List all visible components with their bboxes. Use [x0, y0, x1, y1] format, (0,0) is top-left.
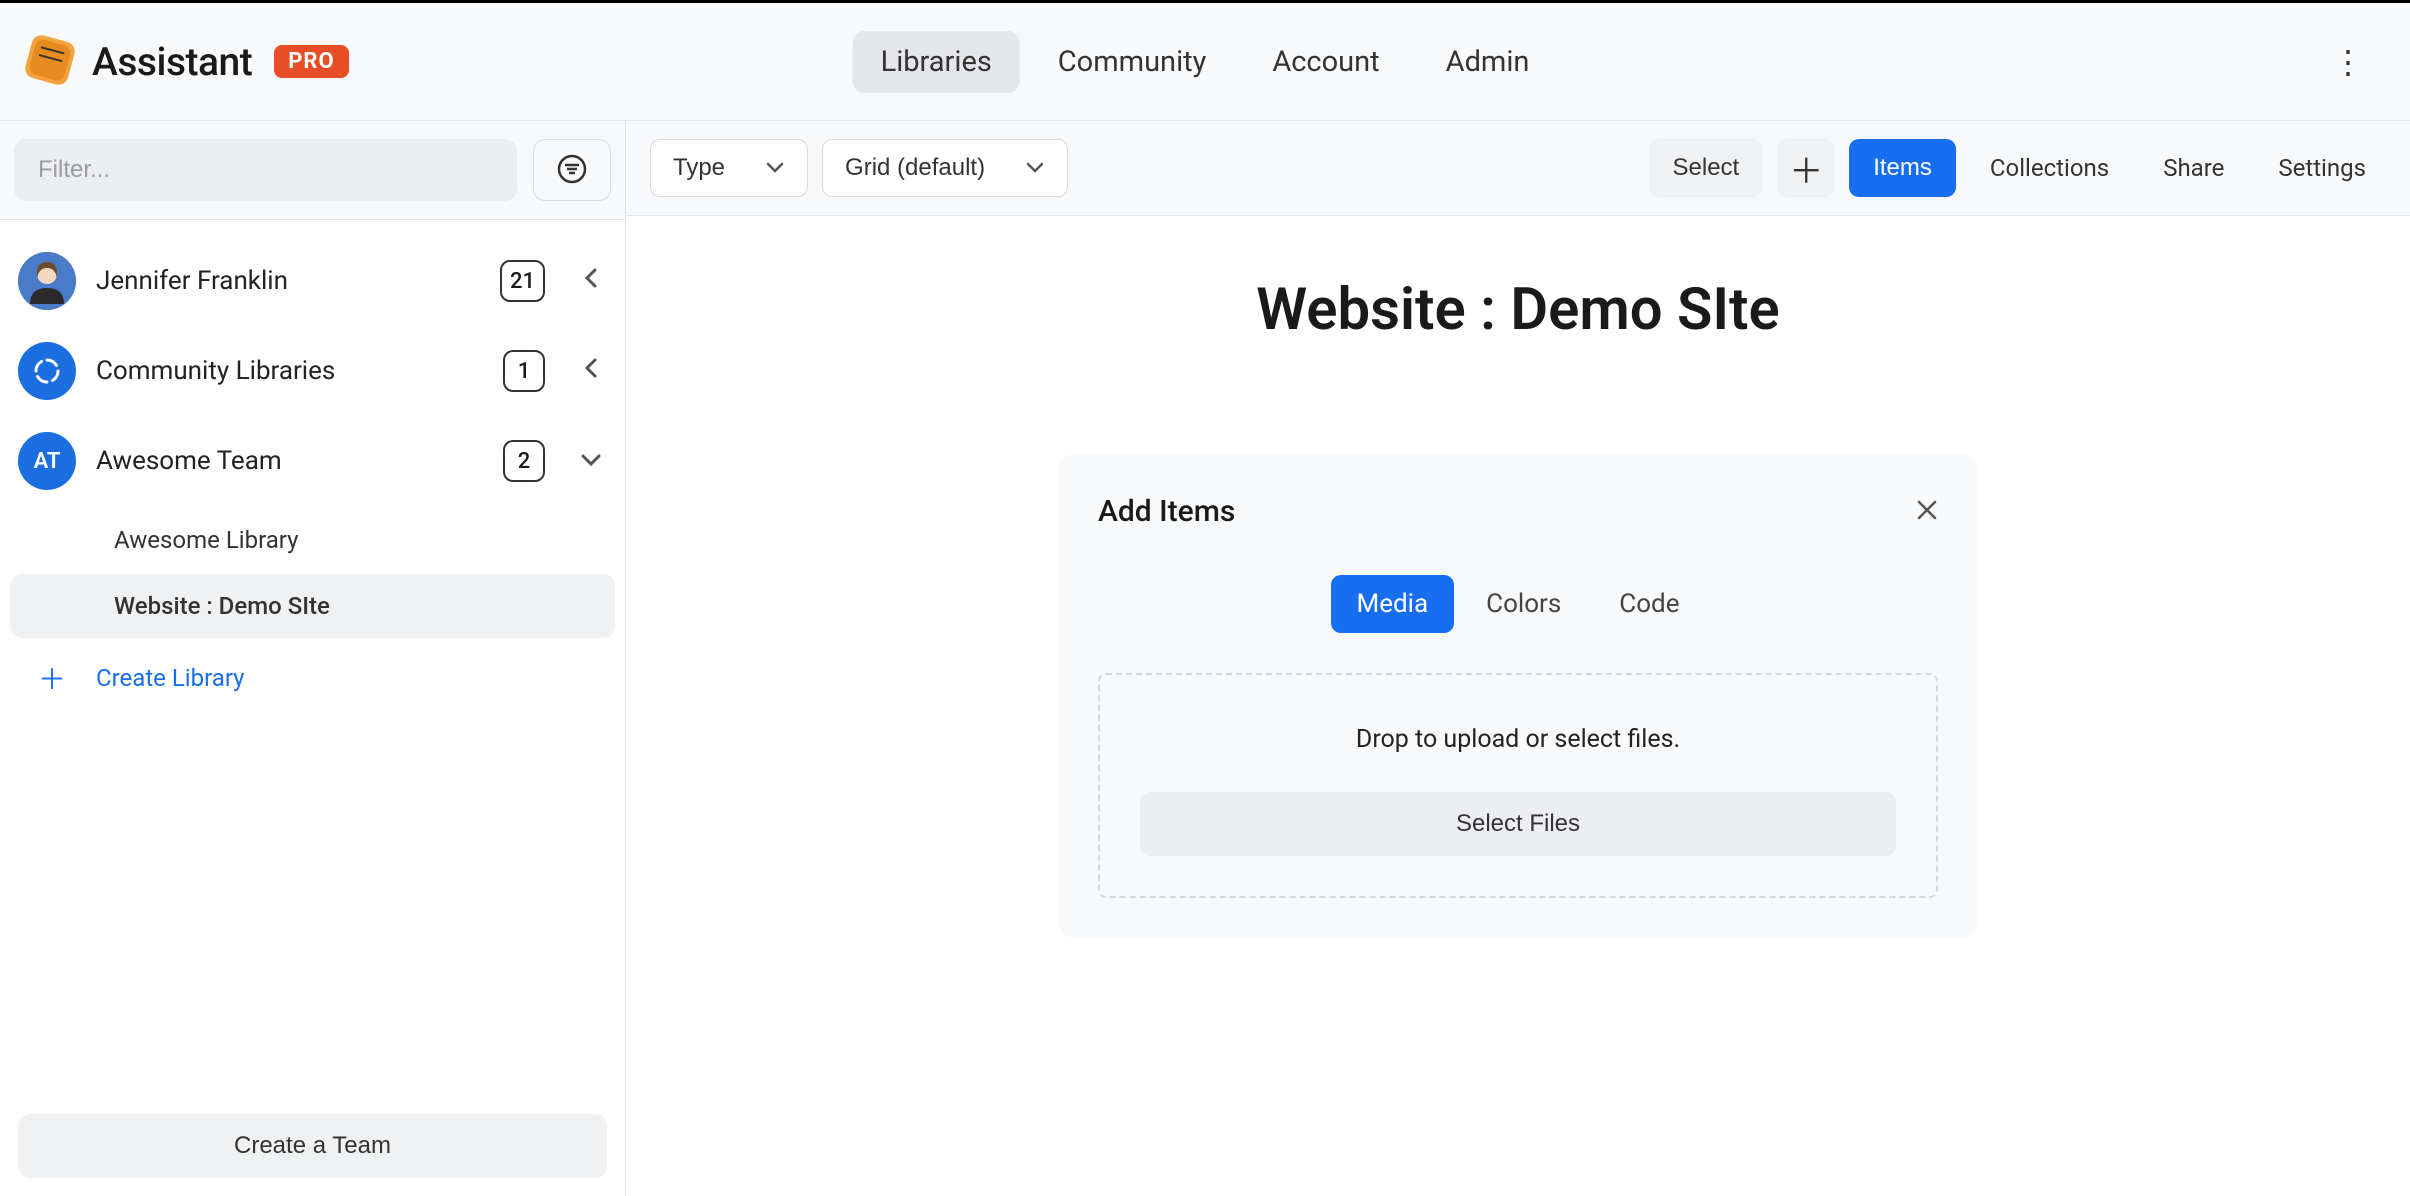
header-actions: ⋮ [2332, 43, 2394, 81]
page-title: Website : Demo SIte [1256, 276, 1779, 344]
more-vertical-icon[interactable]: ⋮ [2332, 43, 2364, 81]
sidebar-group-label: Awesome Team [96, 446, 483, 476]
app-header: Assistant PRO Libraries Community Accoun… [0, 3, 2410, 121]
team-avatar-icon: AT [18, 432, 76, 490]
create-library-link[interactable]: ＋ Create Library [0, 640, 625, 716]
add-card-title: Add Items [1098, 494, 1235, 529]
select-files-button[interactable]: Select Files [1140, 792, 1896, 856]
collections-link[interactable]: Collections [1970, 154, 2129, 182]
sidebar-group-team[interactable]: AT Awesome Team 2 [0, 416, 625, 506]
sidebar-group-count: 21 [500, 260, 545, 302]
sidebar-list: Jennifer Franklin 21 Community Libraries… [0, 220, 625, 1096]
content-area: Website : Demo SIte Add Items Media Colo… [626, 216, 2410, 1196]
sidebar-group-count: 1 [503, 350, 545, 392]
view-label: Grid (default) [845, 154, 985, 182]
add-card-header: Add Items [1098, 494, 1938, 529]
nav-account[interactable]: Account [1244, 31, 1407, 93]
nav-admin[interactable]: Admin [1418, 31, 1558, 93]
chevron-left-icon [575, 266, 607, 296]
sidebar-group-label: Community Libraries [96, 356, 483, 386]
main-nav: Libraries Community Account Admin [853, 31, 1558, 93]
logo-area: Assistant PRO [10, 30, 349, 94]
settings-link[interactable]: Settings [2258, 154, 2386, 182]
chevron-down-icon [1025, 154, 1045, 182]
sidebar-group-label: Jennifer Franklin [96, 266, 480, 296]
tab-code[interactable]: Code [1593, 575, 1705, 633]
pro-badge: PRO [274, 45, 348, 78]
plus-icon: ＋ [1789, 144, 1823, 193]
sidebar-group-count: 2 [503, 440, 545, 482]
brand-name: Assistant [92, 39, 252, 85]
tab-colors[interactable]: Colors [1460, 575, 1587, 633]
sidebar: Jennifer Franklin 21 Community Libraries… [0, 121, 626, 1196]
sidebar-library-item[interactable]: Awesome Library [10, 508, 615, 572]
share-link[interactable]: Share [2143, 154, 2244, 182]
tab-media[interactable]: Media [1331, 575, 1455, 633]
filter-input[interactable] [14, 139, 517, 201]
filter-lines-icon [557, 154, 587, 187]
app-logo-icon [20, 30, 80, 94]
sidebar-toolbar [0, 121, 625, 220]
close-icon[interactable] [1916, 495, 1938, 528]
nav-community[interactable]: Community [1030, 31, 1235, 93]
avatar-user-icon [18, 252, 76, 310]
main-toolbar: Type Grid (default) Select ＋ Items Colle… [626, 121, 2410, 216]
create-team-button[interactable]: Create a Team [18, 1114, 607, 1178]
chevron-down-icon [765, 154, 785, 182]
dropzone-text: Drop to upload or select files. [1140, 725, 1896, 754]
add-items-card: Add Items Media Colors Code Drop to uplo… [1058, 454, 1978, 938]
sidebar-group-user[interactable]: Jennifer Franklin 21 [0, 236, 625, 326]
type-dropdown[interactable]: Type [650, 139, 808, 197]
sidebar-library-item-active[interactable]: Website : Demo SIte [10, 574, 615, 638]
filter-menu-button[interactable] [533, 139, 611, 201]
community-icon [18, 342, 76, 400]
chevron-down-icon [575, 449, 607, 474]
items-button[interactable]: Items [1849, 139, 1956, 197]
chevron-left-icon [575, 356, 607, 386]
add-button[interactable]: ＋ [1777, 139, 1835, 197]
add-type-tabs: Media Colors Code [1098, 575, 1938, 633]
type-label: Type [673, 154, 725, 182]
select-button[interactable]: Select [1649, 139, 1764, 197]
main-panel: Type Grid (default) Select ＋ Items Colle… [626, 121, 2410, 1196]
plus-icon: ＋ [38, 658, 66, 698]
view-dropdown[interactable]: Grid (default) [822, 139, 1068, 197]
nav-libraries[interactable]: Libraries [853, 31, 1020, 93]
upload-dropzone[interactable]: Drop to upload or select files. Select F… [1098, 673, 1938, 898]
sidebar-footer: Create a Team [0, 1096, 625, 1196]
sidebar-group-community[interactable]: Community Libraries 1 [0, 326, 625, 416]
create-library-label: Create Library [96, 664, 245, 692]
